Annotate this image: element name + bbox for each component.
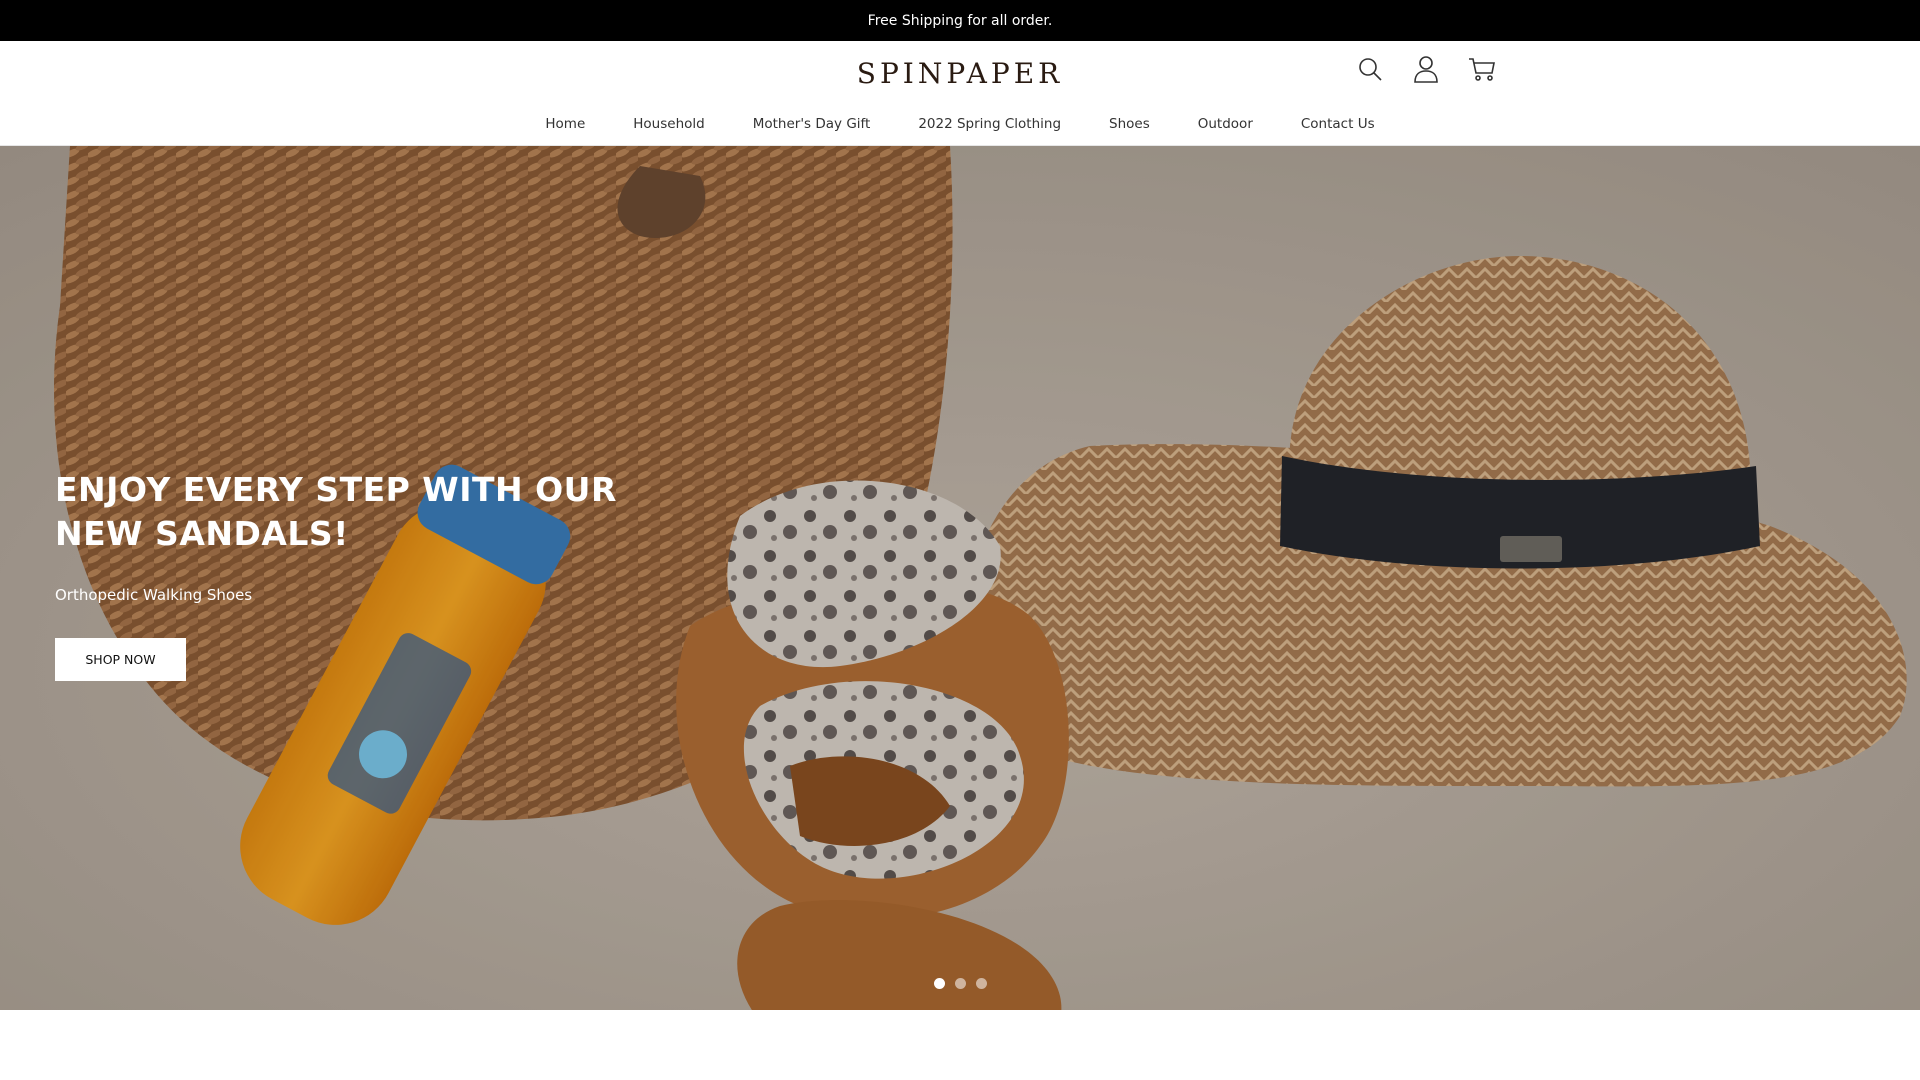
nav-contact-us[interactable]: Contact Us (1301, 116, 1375, 132)
slide-dot-2[interactable] (955, 978, 966, 989)
account-icon[interactable] (1412, 55, 1440, 83)
main-nav: Home Household Mother's Day Gift 2022 Sp… (0, 116, 1920, 132)
slide-dot-1[interactable] (934, 978, 945, 989)
hero-title: ENJOY EVERY STEP WITH OUR NEW SANDALS! (55, 470, 617, 553)
cart-icon[interactable] (1468, 55, 1496, 83)
announcement-bar: Free Shipping for all order. (0, 0, 1920, 41)
announcement-text: Free Shipping for all order. (867, 12, 1053, 29)
nav-home[interactable]: Home (545, 116, 585, 132)
nav-spring-clothing[interactable]: 2022 Spring Clothing (918, 116, 1061, 132)
brand-logo[interactable]: SPINPAPER (0, 57, 1920, 90)
slider-dots (934, 978, 987, 989)
search-icon[interactable] (1356, 55, 1384, 83)
hero-subtitle: Orthopedic Walking Shoes (55, 586, 253, 604)
nav-shoes[interactable]: Shoes (1109, 116, 1150, 132)
site-header: SPINPAPER Home Household Mother's Day Gi… (0, 41, 1920, 146)
nav-household[interactable]: Household (633, 116, 704, 132)
hero-banner: ENJOY EVERY STEP WITH OUR NEW SANDALS! O… (0, 146, 1920, 1010)
nav-mothers-day-gift[interactable]: Mother's Day Gift (753, 116, 871, 132)
header-icons (1356, 55, 1496, 83)
shop-now-button[interactable]: SHOP NOW (55, 638, 186, 681)
slide-dot-3[interactable] (976, 978, 987, 989)
nav-outdoor[interactable]: Outdoor (1198, 116, 1253, 132)
hero-content: ENJOY EVERY STEP WITH OUR NEW SANDALS! O… (55, 468, 695, 681)
